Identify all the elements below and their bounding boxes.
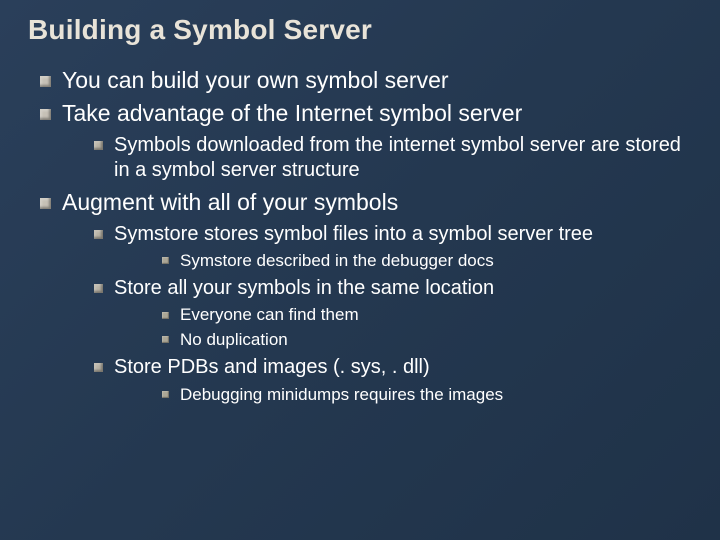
list-item-label: Store all your symbols in the same locat… [114,277,494,299]
list-item: Everyone can find them [154,304,692,326]
bullet-list-level3: Debugging minidumps requires the images [114,384,692,406]
list-item: Debugging minidumps requires the images [154,384,692,406]
bullet-list-level1: You can build your own symbol server Tak… [28,66,692,405]
list-item-label: Take advantage of the Internet symbol se… [62,100,522,126]
list-item: You can build your own symbol server [28,66,692,95]
slide-title: Building a Symbol Server [28,14,692,46]
list-item: Store PDBs and images (. sys, . dll) Deb… [84,355,692,405]
list-item: Symstore stores symbol files into a symb… [84,222,692,272]
list-item: Augment with all of your symbols Symstor… [28,188,692,405]
list-item: Symstore described in the debugger docs [154,250,692,272]
bullet-list-level3: Everyone can find them No duplication [114,304,692,351]
list-item-label: Store PDBs and images (. sys, . dll) [114,356,430,378]
list-item: Take advantage of the Internet symbol se… [28,99,692,184]
list-item: Symbols downloaded from the internet sym… [84,133,692,184]
bullet-list-level2: Symstore stores symbol files into a symb… [62,222,692,406]
list-item-label: Augment with all of your symbols [62,189,398,215]
slide: Building a Symbol Server You can build y… [0,0,720,540]
bullet-list-level2: Symbols downloaded from the internet sym… [62,133,692,184]
bullet-list-level3: Symstore described in the debugger docs [114,250,692,272]
list-item: Store all your symbols in the same locat… [84,276,692,351]
list-item-label: Symstore stores symbol files into a symb… [114,223,593,245]
list-item: No duplication [154,329,692,351]
